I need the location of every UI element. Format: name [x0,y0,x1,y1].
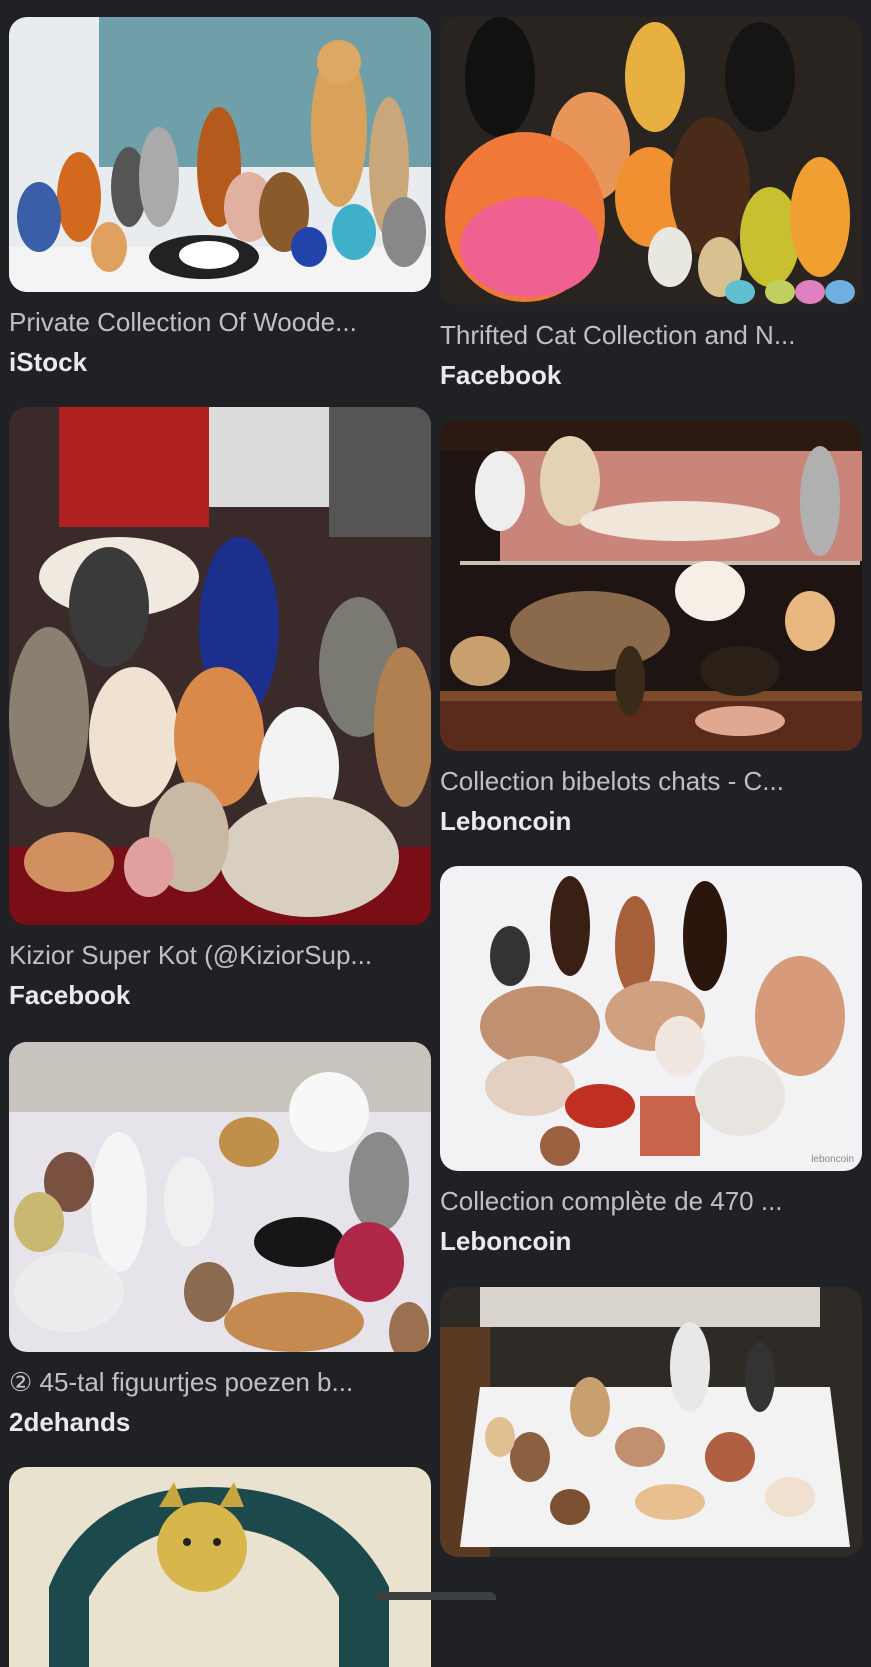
image-result-card[interactable]: leboncoin Collection complète de 470 ...… [440,866,862,1257]
thumbnail-image [440,17,862,305]
image-result-card[interactable]: Kizior Super Kot (@KiziorSup... Facebook [9,407,431,1011]
result-source[interactable]: 2dehands [9,1406,431,1438]
result-source[interactable]: Facebook [9,979,431,1011]
watermark-logo: leboncoin [811,1154,854,1165]
thumbnail-image [440,866,862,1171]
result-title[interactable]: Thrifted Cat Collection and N... [440,319,862,351]
result-thumbnail[interactable] [440,421,862,751]
result-source[interactable]: Facebook [440,359,862,391]
result-thumbnail[interactable]: leboncoin [440,866,862,1171]
result-thumbnail[interactable] [9,1042,431,1352]
result-title[interactable]: Collection complète de 470 ... [440,1185,862,1217]
thumbnail-image [9,1042,431,1352]
result-source[interactable]: Leboncoin [440,1225,862,1257]
result-source[interactable]: iStock [9,346,431,378]
image-result-card[interactable] [440,1287,862,1557]
thumbnail-image [440,421,862,751]
thumbnail-image [440,1287,862,1557]
thumbnail-image [9,1467,431,1667]
result-thumbnail[interactable] [9,407,431,925]
image-result-card[interactable]: ② 45-tal figuurtjes poezen b... 2dehands [9,1042,431,1438]
image-result-card[interactable] [9,1467,431,1667]
image-result-card[interactable]: Private Collection Of Woode... iStock [9,17,431,378]
thumbnail-image [9,17,431,292]
result-thumbnail[interactable] [9,17,431,292]
result-source[interactable]: Leboncoin [440,805,862,837]
result-title[interactable]: ② 45-tal figuurtjes poezen b... [9,1366,431,1398]
image-result-card[interactable]: Thrifted Cat Collection and N... Faceboo… [440,17,862,391]
result-title[interactable]: Collection bibelots chats - C... [440,765,862,797]
result-thumbnail[interactable] [9,1467,431,1667]
result-title[interactable]: Private Collection Of Woode... [9,306,431,338]
gesture-handle[interactable] [375,1592,496,1600]
image-result-card[interactable]: Collection bibelots chats - C... Lebonco… [440,421,862,837]
result-title[interactable]: Kizior Super Kot (@KiziorSup... [9,939,431,971]
thumbnail-image [9,407,431,925]
result-thumbnail[interactable] [440,1287,862,1557]
result-thumbnail[interactable] [440,17,862,305]
